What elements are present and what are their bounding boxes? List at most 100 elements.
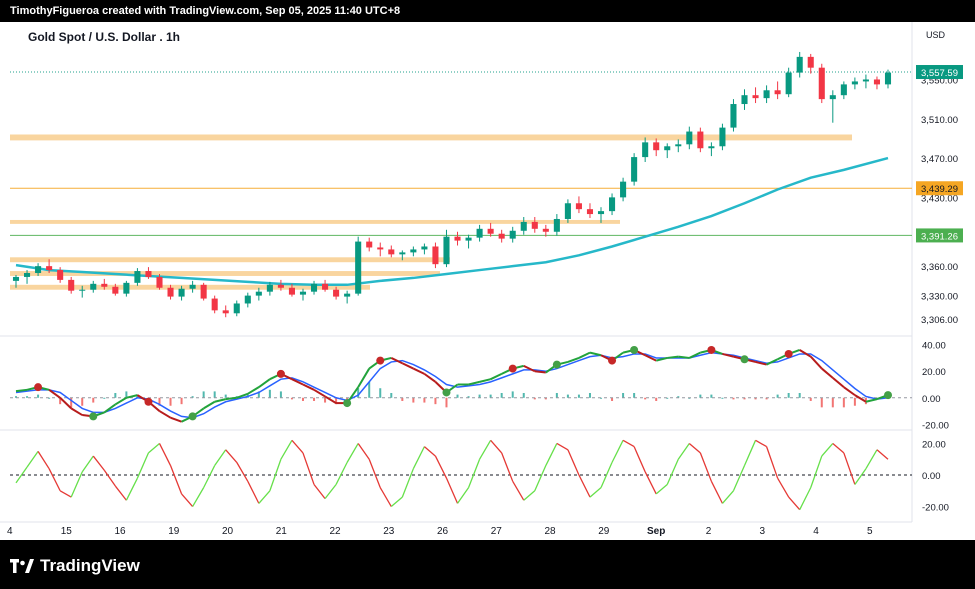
macd-histogram-bar xyxy=(511,391,514,398)
candle-body xyxy=(399,252,406,255)
candle-body xyxy=(299,291,307,295)
zone-band xyxy=(10,219,620,224)
oscillator-segment xyxy=(390,496,403,508)
macd-line-segment xyxy=(126,394,138,399)
candle xyxy=(344,290,351,304)
candle-body xyxy=(829,95,836,100)
candle-body xyxy=(24,273,31,277)
candle-body xyxy=(564,203,571,219)
candle xyxy=(310,280,318,295)
oscillator-segment xyxy=(324,484,337,500)
candle xyxy=(741,89,748,110)
candle xyxy=(90,280,97,293)
oscillator-segment xyxy=(203,465,216,488)
bearish-cross-marker xyxy=(707,345,716,354)
macd-histogram-bar xyxy=(445,397,448,408)
oscillator-axis-tick: 0.00 xyxy=(922,471,941,482)
oscillator-segment xyxy=(467,458,481,488)
candle-body xyxy=(388,249,395,255)
macd-histogram-bar xyxy=(268,389,271,398)
candle-body xyxy=(454,236,461,241)
bearish-cross-marker xyxy=(144,397,153,406)
candle xyxy=(818,63,825,104)
macd-histogram-bar xyxy=(301,397,304,401)
candle-body xyxy=(708,146,715,149)
macd-axis-tick: -20.00 xyxy=(922,420,949,431)
candle-body xyxy=(586,209,594,215)
macd-line-segment xyxy=(667,355,679,359)
candle-body xyxy=(200,284,207,299)
macd-histogram-bar xyxy=(379,388,382,398)
oscillator-segment xyxy=(236,462,249,482)
candle-body xyxy=(101,283,108,287)
macd-histogram-bar xyxy=(853,397,856,406)
candle-body xyxy=(443,236,450,265)
oscillator-segment xyxy=(512,480,525,501)
macd-histogram-bar xyxy=(787,393,790,398)
macd-line-segment xyxy=(70,407,83,416)
oscillator-segment xyxy=(755,439,767,448)
candle xyxy=(708,142,715,157)
candle-body xyxy=(90,283,97,290)
oscillator-segment xyxy=(655,483,668,495)
candle-body xyxy=(410,249,417,253)
macd-histogram-bar xyxy=(655,397,658,401)
oscillator-segment xyxy=(357,443,370,460)
oscillator-segment xyxy=(545,443,558,466)
candle xyxy=(388,245,395,258)
candle xyxy=(454,231,461,246)
oscillator-segment xyxy=(622,439,635,448)
candle xyxy=(586,203,594,218)
oscillator-segment xyxy=(302,452,315,485)
oscillator-segment xyxy=(70,471,83,498)
macd-histogram-bar xyxy=(279,391,282,398)
candle xyxy=(134,268,141,286)
oscillator-segment xyxy=(225,449,238,463)
oscillator-segment xyxy=(865,449,878,470)
oscillator-segment xyxy=(269,459,282,491)
candle xyxy=(322,279,329,292)
candle-body xyxy=(355,241,362,294)
candle xyxy=(123,280,130,297)
candle xyxy=(299,288,307,301)
oscillator-segment xyxy=(490,439,503,454)
candle-body xyxy=(377,247,384,250)
currency-label: USD xyxy=(926,30,946,40)
macd-histogram-bar xyxy=(798,393,801,398)
candle-body xyxy=(609,197,616,212)
x-axis-label: 16 xyxy=(115,526,127,537)
oscillator-segment xyxy=(59,490,72,498)
oscillator-segment xyxy=(158,443,172,466)
macd-line-segment xyxy=(534,370,546,374)
candle-body xyxy=(884,72,892,85)
macd-histogram-bar xyxy=(390,393,393,398)
candle-body xyxy=(465,237,472,241)
oscillator-segment xyxy=(765,446,779,479)
bullish-cross-marker xyxy=(89,412,98,421)
candle xyxy=(520,217,527,235)
tradingview-logo[interactable]: TradingView xyxy=(10,556,140,576)
candle-body xyxy=(840,84,847,96)
price-label-text: 3,557.59 xyxy=(921,68,958,79)
oscillator-segment xyxy=(821,443,834,457)
candle xyxy=(840,81,847,100)
oscillator-segment xyxy=(777,477,790,498)
candle xyxy=(509,226,516,243)
candle-body xyxy=(46,266,53,271)
candle xyxy=(200,282,207,301)
chart-svg: Gold Spot / U.S. Dollar . 1h USD3,550.003… xyxy=(0,22,963,537)
oscillator-segment xyxy=(445,477,459,504)
macd-axis-tick: 0.00 xyxy=(922,394,941,405)
candle xyxy=(377,242,384,257)
x-axis-label: 3 xyxy=(760,526,766,537)
candle-body xyxy=(686,131,693,145)
candle xyxy=(697,127,704,153)
macd-histogram-bar xyxy=(313,397,316,401)
macd-line-segment xyxy=(225,396,237,401)
oscillator-segment xyxy=(666,458,679,485)
bullish-cross-marker xyxy=(630,345,639,354)
macd-histogram-bar xyxy=(180,397,183,405)
candle-body xyxy=(818,67,825,100)
candle-body xyxy=(498,233,505,239)
macd-line-segment xyxy=(589,351,602,357)
